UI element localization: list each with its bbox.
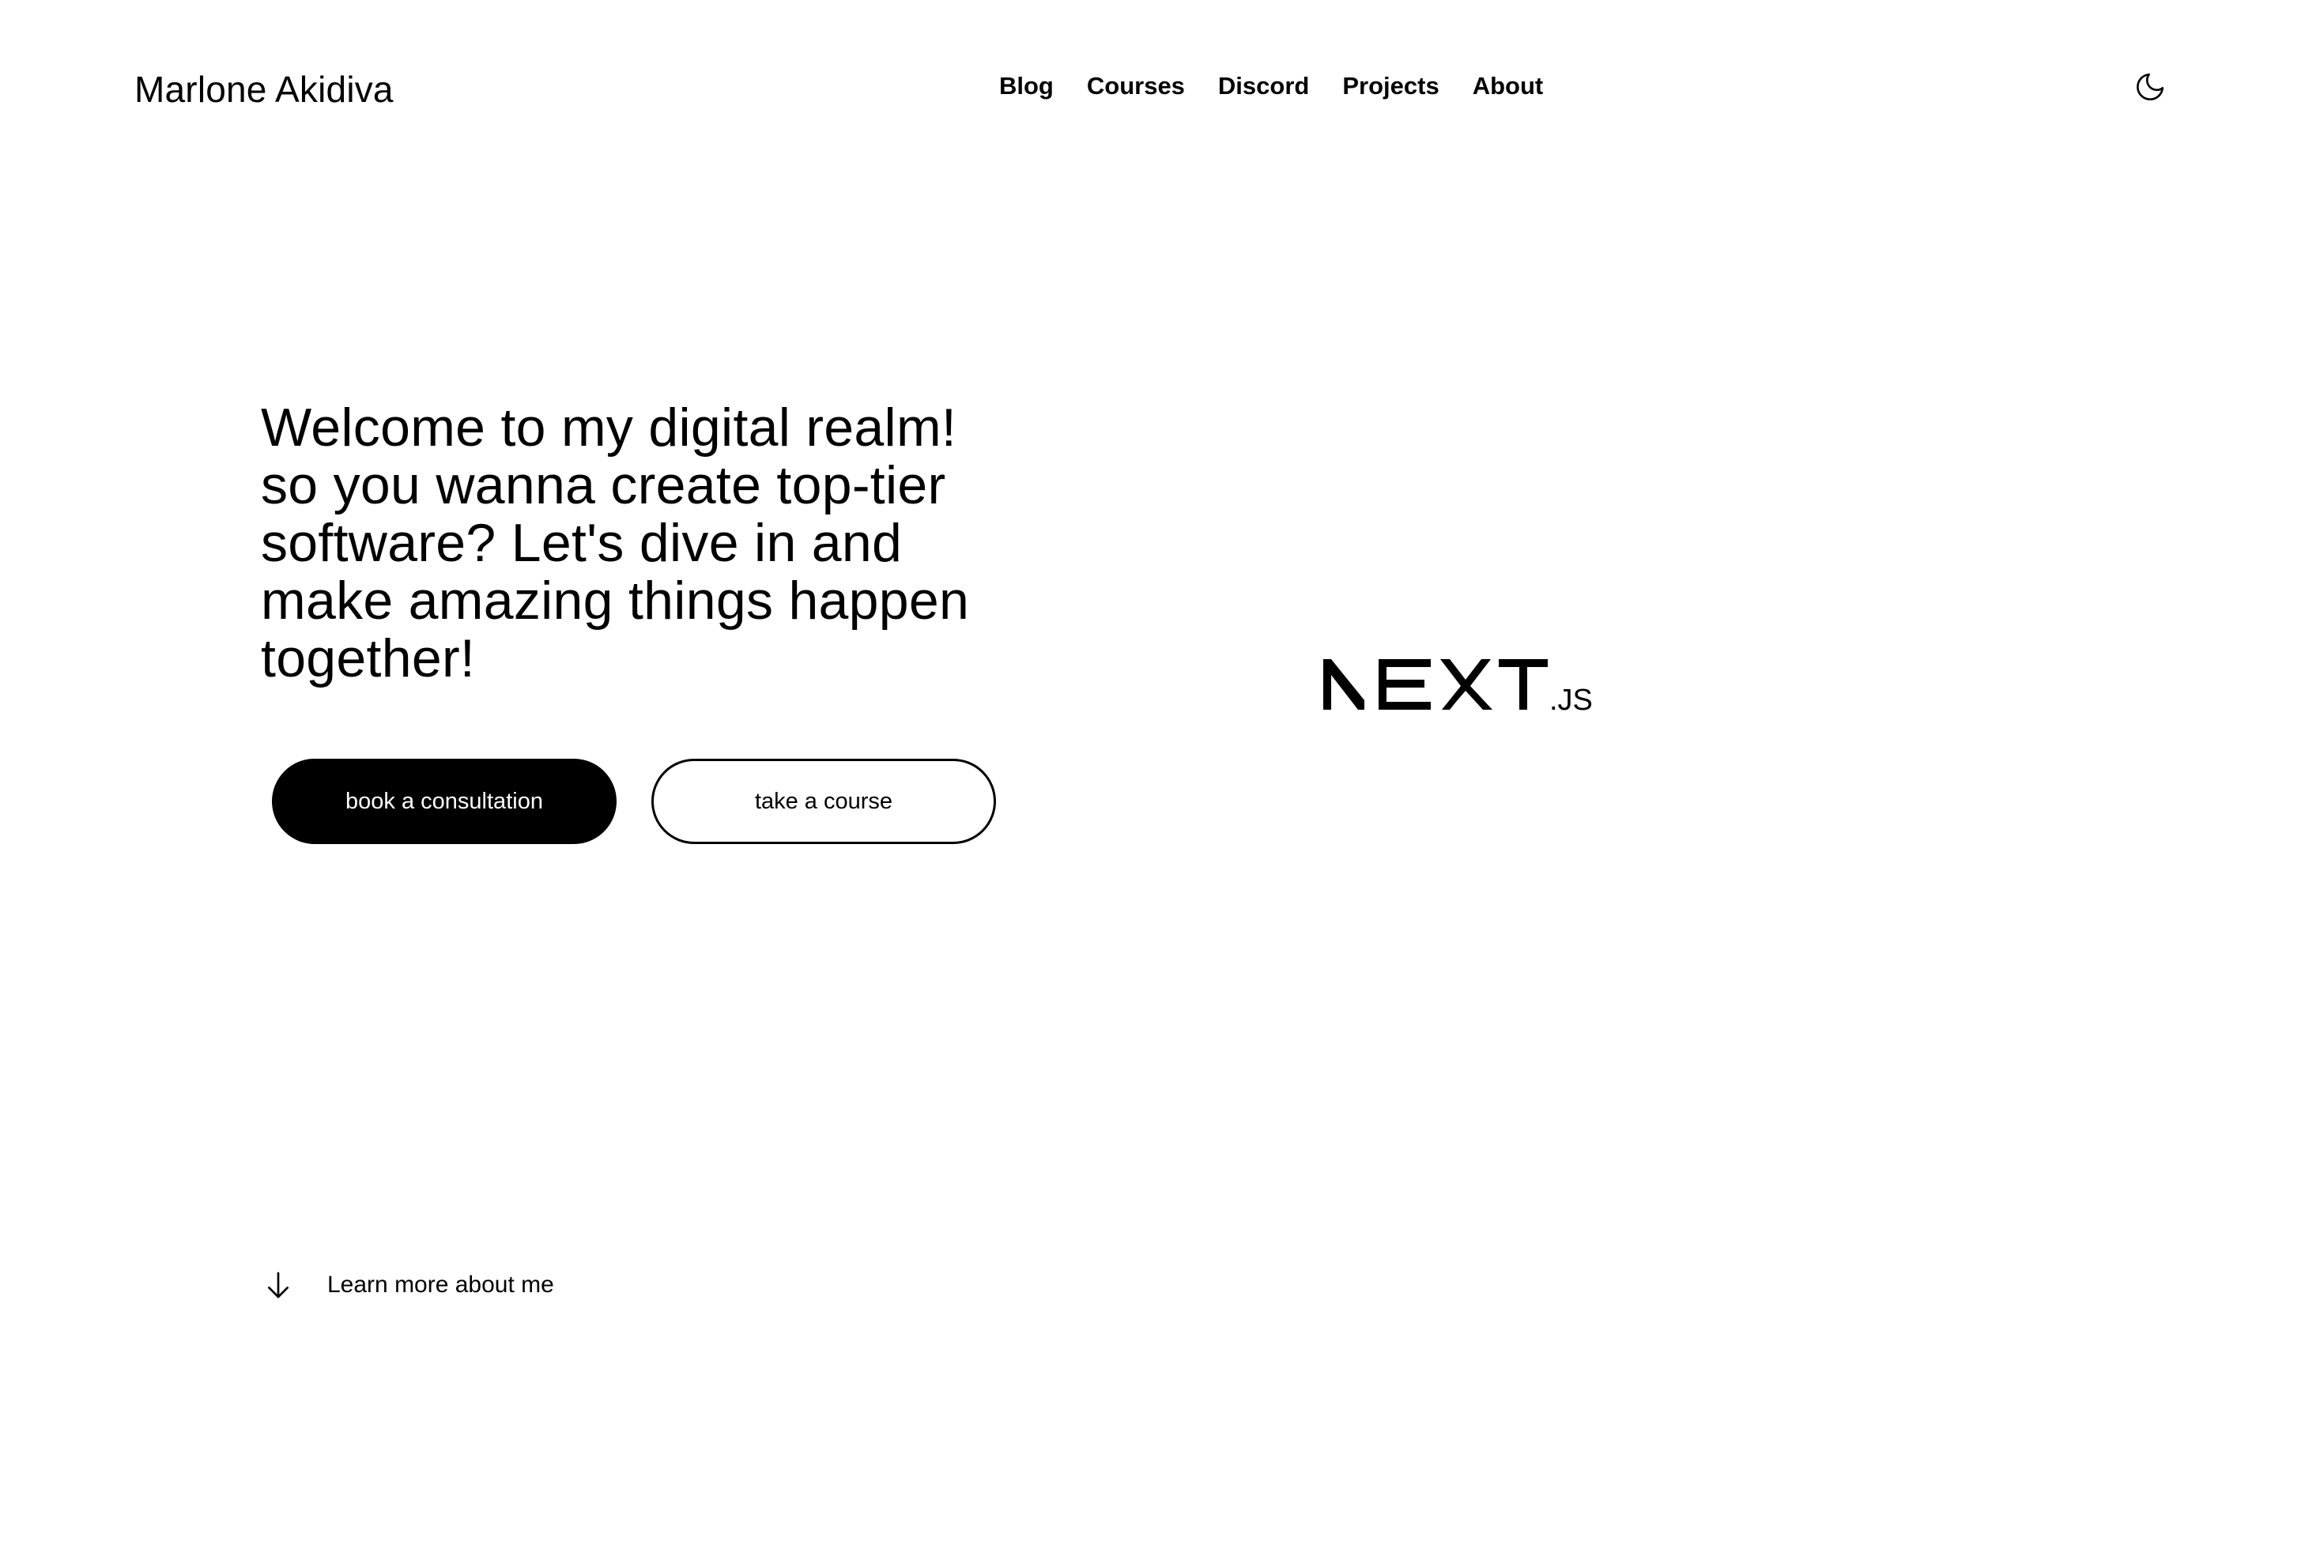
learn-more-link[interactable]: Learn more about me — [261, 1268, 554, 1302]
site-title-link[interactable]: Marlone Akidiva — [134, 68, 394, 111]
book-consultation-button[interactable]: book a consultation — [272, 759, 617, 844]
page: Marlone Akidiva Blog Courses Discord Pro… — [0, 0, 2324, 1568]
nextjs-logo-svg: .JS — [1323, 659, 1593, 717]
nav-link-about[interactable]: About — [1473, 70, 1544, 103]
nav-link-projects[interactable]: Projects — [1342, 70, 1439, 103]
nav-link-blog[interactable]: Blog — [999, 70, 1054, 103]
take-course-button[interactable]: take a course — [651, 759, 996, 844]
learn-more-label: Learn more about me — [327, 1272, 554, 1298]
nav-link-discord[interactable]: Discord — [1218, 70, 1309, 103]
arrow-down-icon — [261, 1268, 296, 1302]
moon-icon — [2137, 73, 2164, 100]
hero-text: Welcome to my digital realm! so you wann… — [261, 398, 970, 688]
theme-toggle-button[interactable] — [2131, 68, 2169, 106]
nav-link-courses[interactable]: Courses — [1087, 70, 1185, 103]
main-nav: Blog Courses Discord Projects About — [999, 70, 1543, 103]
nextjs-logo: .JS — [1323, 653, 1593, 717]
nextjs-logo-suffix: .JS — [1549, 684, 1592, 716]
